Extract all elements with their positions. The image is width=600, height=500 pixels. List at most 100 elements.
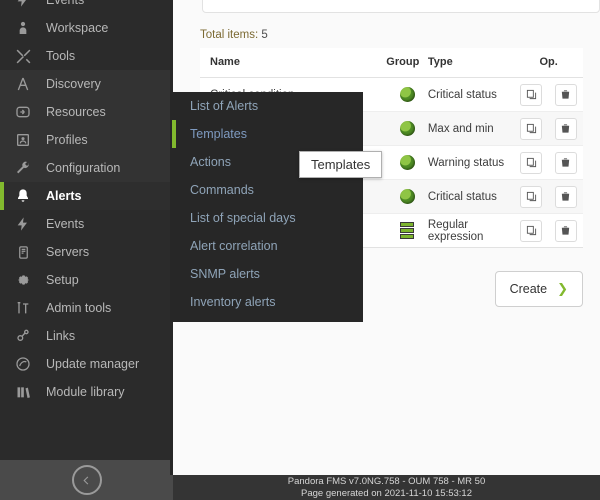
submenu-item-label: List of special days (190, 211, 296, 225)
column-header-group[interactable]: Group (386, 48, 428, 78)
update-icon (0, 356, 46, 372)
books-icon (0, 384, 46, 400)
sidebar-item-configuration[interactable]: Configuration (0, 154, 173, 182)
cell-group (386, 213, 428, 248)
sidebar-item-alerts[interactable]: Alerts (0, 182, 173, 210)
cell-delete[interactable] (548, 179, 583, 214)
sidebar-item-tools[interactable]: Tools (0, 42, 173, 70)
sidebar-item-label: Servers (46, 245, 90, 259)
copy-icon[interactable] (520, 185, 543, 208)
gear-icon (0, 272, 46, 288)
submenu-item-label: Inventory alerts (190, 295, 276, 309)
server-icon (0, 245, 46, 260)
link-icon (0, 328, 46, 344)
copy-icon[interactable] (520, 83, 543, 106)
cell-copy[interactable] (514, 111, 549, 146)
cell-type: Critical status (427, 77, 515, 112)
sidebar-item-label: Links (46, 329, 76, 343)
table-header-row: Name Group Type Op. (200, 48, 583, 78)
total-items-label: Total items: 5 (200, 29, 268, 41)
sidebar-item-label: Setup (46, 273, 79, 287)
wrench-icon (0, 160, 46, 176)
cell-type: Max and min (427, 111, 515, 146)
sidebar-footer (0, 460, 173, 500)
chevron-left-icon[interactable] (71, 465, 102, 495)
cell-copy[interactable] (514, 145, 549, 180)
sidebar-item-events-top[interactable]: Events (0, 0, 173, 14)
sidebar-item-workspace[interactable]: Workspace (0, 14, 173, 42)
sidebar-item-module-library[interactable]: Module library (0, 378, 173, 406)
total-items-text: Total items: (200, 29, 259, 41)
chevron-right-icon: ❯ (557, 281, 568, 296)
sidebar-item-profiles[interactable]: Profiles (0, 126, 173, 154)
sidebar-item-update-manager[interactable]: Update manager (0, 350, 173, 378)
page-footer: Pandora FMS v7.0NG.758 - OUM 758 - MR 50… (173, 475, 600, 500)
trash-icon[interactable] (554, 117, 577, 140)
copy-icon[interactable] (520, 117, 543, 140)
cell-group (386, 179, 428, 214)
sidebar-item-resources[interactable]: Resources (0, 98, 173, 126)
cell-copy[interactable] (514, 179, 549, 214)
submenu-item-label: Actions (190, 155, 231, 169)
footer-version: Pandora FMS v7.0NG.758 - OUM 758 - MR 50 (287, 476, 486, 487)
column-header-type[interactable]: Type (427, 48, 515, 78)
create-button-wrap: Create ❯ (494, 271, 583, 307)
copy-icon[interactable] (520, 151, 543, 174)
submenu-item-alert-correlation[interactable]: Alert correlation (170, 232, 363, 260)
sidebar-item-label: Configuration (46, 161, 121, 175)
submenu-item-list-of-alerts[interactable]: List of Alerts (170, 92, 363, 120)
create-button[interactable]: Create ❯ (494, 271, 583, 307)
cell-delete[interactable] (548, 77, 583, 112)
submenu-item-commands[interactable]: Commands (170, 176, 363, 204)
sidebar-item-label: Events (46, 0, 85, 7)
cell-delete[interactable] (548, 111, 583, 146)
globe-icon (399, 121, 415, 136)
profile-card-icon (0, 132, 46, 148)
copy-icon[interactable] (520, 219, 543, 242)
trash-icon[interactable] (554, 185, 577, 208)
sidebar-item-admin-tools[interactable]: Admin tools (0, 294, 173, 322)
filter-panel[interactable] (202, 0, 600, 13)
cell-type: Critical status (427, 179, 515, 214)
sidebar-item-setup[interactable]: Setup (0, 266, 173, 294)
cell-copy[interactable] (514, 77, 549, 112)
submenu-item-snmp-alerts[interactable]: SNMP alerts (170, 260, 363, 288)
cell-copy[interactable] (514, 213, 549, 248)
submenu-item-templates[interactable]: Templates (170, 120, 363, 148)
globe-icon (399, 189, 415, 204)
sidebar-item-label: Events (46, 217, 85, 231)
admin-tools-icon (0, 300, 46, 316)
submenu-item-label: Alert correlation (190, 239, 278, 253)
trash-icon[interactable] (554, 83, 577, 106)
compass-icon (0, 76, 46, 92)
cell-delete[interactable] (548, 213, 583, 248)
trash-icon[interactable] (554, 151, 577, 174)
sidebar-item-label: Module library (46, 385, 125, 399)
cell-group (386, 111, 428, 146)
footer-generated: Page generated on 2021-11-10 15:53:12 (301, 488, 472, 499)
sidebar-item-servers[interactable]: Servers (0, 238, 173, 266)
sidebar-item-discovery[interactable]: Discovery (0, 70, 173, 98)
cell-type: Regular expression (427, 213, 515, 248)
sidebar-item-label: Discovery (46, 77, 101, 91)
create-button-label: Create (509, 282, 548, 296)
lightning-icon (0, 216, 46, 232)
column-header-name[interactable]: Name (200, 48, 387, 78)
globe-icon (399, 87, 415, 102)
sidebar-item-label: Alerts (46, 189, 82, 203)
submenu-item-list-of-special-days[interactable]: List of special days (170, 204, 363, 232)
submenu-item-label: Commands (190, 183, 254, 197)
templates-tooltip: Templates (299, 151, 383, 178)
alerts-submenu: List of Alerts Templates Actions Command… (170, 92, 363, 322)
submenu-item-inventory-alerts[interactable]: Inventory alerts (170, 288, 363, 316)
main-sidebar: Events Workspace Tools Discovery Resourc… (0, 0, 173, 500)
sidebar-item-events[interactable]: Events (0, 210, 173, 238)
cell-delete[interactable] (548, 145, 583, 180)
sidebar-item-links[interactable]: Links (0, 322, 173, 350)
cell-group (386, 77, 428, 112)
resources-icon (0, 104, 46, 120)
submenu-item-label: SNMP alerts (190, 267, 260, 281)
sidebar-item-label: Tools (46, 49, 76, 63)
trash-icon[interactable] (554, 219, 577, 242)
cell-group (386, 145, 428, 180)
